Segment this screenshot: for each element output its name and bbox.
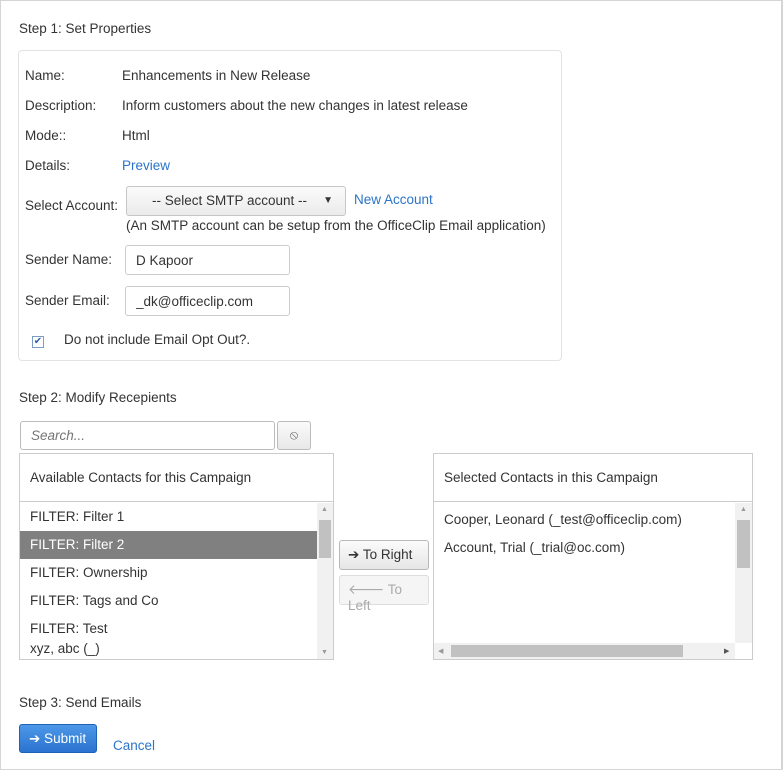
scroll-right-icon[interactable]: ▶ [724,647,729,655]
sender-email-label: Sender Email: [25,293,110,308]
details-label: Details: [25,158,71,173]
list-item-selected[interactable]: FILTER: Filter 2 [20,531,317,559]
scroll-down-icon[interactable]: ▼ [321,649,328,656]
list-item[interactable]: Cooper, Leonard (_test@officeclip.com) [434,506,692,534]
optout-label: Do not include Email Opt Out?. [64,332,251,347]
selected-hscrollbar[interactable]: ◀ ▶ [434,643,735,659]
list-item[interactable]: Account, Trial (_trial@oc.com) [434,534,635,562]
step1-title: Step 1: Set Properties [19,21,152,36]
sender-email-input[interactable] [125,286,290,316]
selected-contacts-header: Selected Contacts in this Campaign [434,454,752,502]
scroll-up-icon[interactable]: ▲ [321,506,328,513]
available-scrollbar[interactable]: ▲ ▼ [317,503,333,659]
sender-name-input[interactable] [125,245,290,275]
to-left-button[interactable]: 🡐 To Left [339,575,429,613]
optout-checkbox[interactable]: ✔ [32,336,44,348]
smtp-account-value: -- Select SMTP account -- [152,193,308,208]
sender-name-label: Sender Name: [25,252,113,267]
chevron-down-icon: ▼ [323,195,333,206]
account-label: Select Account: [25,198,119,213]
clear-search-button[interactable]: ⦸ [277,421,311,450]
checkmark-icon: ✔ [33,336,43,347]
step2-title: Step 2: Modify Recepients [19,390,177,405]
step3-title: Step 3: Send Emails [19,695,142,710]
list-item[interactable]: xyz, abc (_) [20,638,317,659]
new-account-link[interactable]: New Account [354,192,433,207]
description-label: Description: [25,98,97,113]
list-item[interactable]: FILTER: Filter 1 [20,503,317,531]
scroll-thumb[interactable] [451,645,683,657]
description-value: Inform customers about the new changes i… [122,98,468,113]
cancel-link[interactable]: Cancel [113,738,155,753]
preview-link[interactable]: Preview [122,158,170,173]
available-contacts-header: Available Contacts for this Campaign [20,454,333,502]
scroll-up-icon[interactable]: ▲ [740,506,747,513]
selected-vscrollbar[interactable]: ▲ [735,503,752,643]
clear-icon: ⦸ [289,427,299,442]
scroll-left-icon[interactable]: ◀ [438,647,443,655]
list-item[interactable]: FILTER: Ownership [20,559,317,587]
mode-value: Html [122,128,150,143]
scroll-thumb[interactable] [319,520,331,558]
account-hint: (An SMTP account can be setup from the O… [126,218,546,233]
name-value: Enhancements in New Release [122,68,311,83]
available-contacts-box: Available Contacts for this Campaign FIL… [19,453,334,660]
scroll-thumb[interactable] [737,520,750,568]
list-item[interactable]: FILTER: Tags and Co [20,587,317,615]
selected-contacts-box: Selected Contacts in this Campaign Coope… [433,453,753,660]
to-right-button[interactable]: ➔ To Right [339,540,429,570]
mode-label: Mode:: [25,128,67,143]
smtp-account-select[interactable]: -- Select SMTP account -- ▼ [126,186,346,216]
search-input[interactable] [20,421,275,450]
submit-button[interactable]: ➔ Submit [19,724,97,753]
name-label: Name: [25,68,65,83]
